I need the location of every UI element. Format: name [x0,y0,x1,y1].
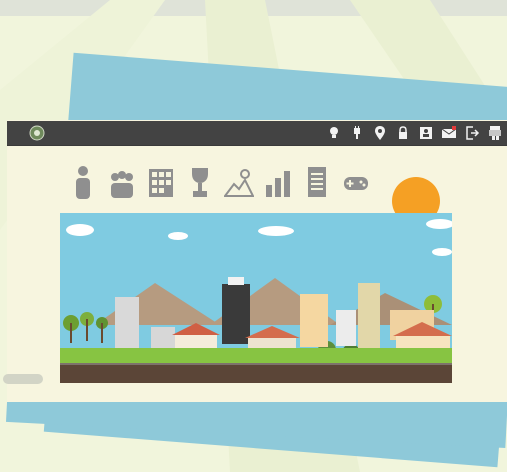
logout-icon[interactable] [464,125,480,141]
main-toolbar [68,165,371,199]
calculator-icon[interactable] [146,165,176,199]
lock-icon[interactable] [395,125,411,141]
contact-card-icon[interactable] [418,125,434,141]
ground [60,348,452,383]
document-icon[interactable] [302,165,332,199]
plug-icon[interactable] [349,125,365,141]
gamepad-icon[interactable] [341,165,371,199]
globe-logo-icon[interactable] [29,125,45,141]
scroll-handle[interactable] [3,374,43,384]
lightbulb-icon[interactable] [326,125,342,141]
landscape-icon[interactable] [224,165,254,199]
trophy-icon[interactable] [185,165,215,199]
map-pin-icon[interactable] [372,125,388,141]
bar-chart-icon[interactable] [263,165,293,199]
mail-icon[interactable] [441,125,457,141]
city-illustration [60,213,452,383]
game-character-icon[interactable] [487,125,503,141]
top-navbar [7,121,507,146]
person-icon[interactable] [68,165,98,199]
group-icon[interactable] [107,165,137,199]
navbar-icons [326,124,503,142]
